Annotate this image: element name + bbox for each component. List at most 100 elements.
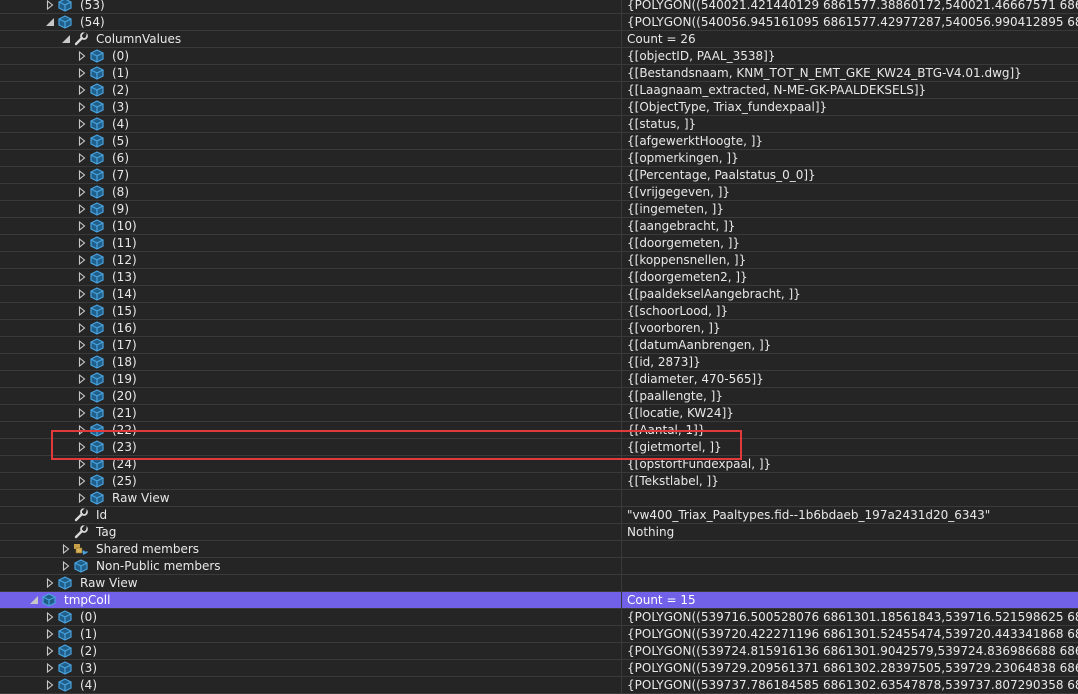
watch-row-13[interactable]: (13) {[doorgemeten2, ]}: [0, 269, 1078, 286]
watch-row-20[interactable]: (20) {[paallengte, ]}: [0, 388, 1078, 405]
watch-row-5[interactable]: (5) {[afgewerktHoogte, ]}: [0, 133, 1078, 150]
name-cell[interactable]: Shared members: [0, 541, 622, 557]
watch-row-19[interactable]: (19) {[diameter, 470-565]}: [0, 371, 1078, 388]
name-cell[interactable]: tmpColl: [0, 592, 622, 608]
watch-row-non-public-members[interactable]: Non-Public members: [0, 558, 1078, 575]
name-cell[interactable]: (15): [0, 303, 622, 319]
name-cell[interactable]: (14): [0, 286, 622, 302]
collapsed-arrow-icon[interactable]: [45, 578, 55, 588]
collapsed-arrow-icon[interactable]: [77, 204, 87, 214]
collapsed-arrow-icon[interactable]: [77, 51, 87, 61]
name-cell[interactable]: (21): [0, 405, 622, 421]
collapsed-arrow-icon[interactable]: [77, 136, 87, 146]
collapsed-arrow-icon[interactable]: [45, 629, 55, 639]
name-cell[interactable]: (7): [0, 167, 622, 183]
name-cell[interactable]: Raw View: [0, 490, 622, 506]
watch-row-22[interactable]: (22) {[Aantal, 1]}: [0, 422, 1078, 439]
watch-row-2[interactable]: (2) {[Laagnaam_extracted, N-ME-GK-PAALDEK…: [0, 82, 1078, 99]
collapsed-arrow-icon[interactable]: [77, 493, 87, 503]
name-cell[interactable]: (10): [0, 218, 622, 234]
name-cell[interactable]: (3): [0, 99, 622, 115]
watch-row-53[interactable]: (53) {POLYGON((540021.421440129 6861577.3…: [0, 0, 1078, 14]
watch-row-9[interactable]: (9) {[ingemeten, ]}: [0, 201, 1078, 218]
collapsed-arrow-icon[interactable]: [77, 119, 87, 129]
collapsed-arrow-icon[interactable]: [45, 680, 55, 690]
name-cell[interactable]: (20): [0, 388, 622, 404]
name-cell[interactable]: ColumnValues: [0, 31, 622, 47]
name-cell[interactable]: (16): [0, 320, 622, 336]
watch-row-23[interactable]: (23) {[gietmortel, ]}: [0, 439, 1078, 456]
watch-row-12[interactable]: (12) {[koppensnellen, ]}: [0, 252, 1078, 269]
watch-row-tag[interactable]: Tag Nothing: [0, 524, 1078, 541]
watch-row-raw-view[interactable]: Raw View: [0, 490, 1078, 507]
name-cell[interactable]: (2): [0, 643, 622, 659]
collapsed-arrow-icon[interactable]: [77, 102, 87, 112]
name-cell[interactable]: (0): [0, 48, 622, 64]
watch-row-tmpcoll[interactable]: tmpColl Count = 15: [0, 592, 1078, 609]
watch-row-0[interactable]: (0) {POLYGON((539716.500528076 6861301.18…: [0, 609, 1078, 626]
watch-row-4[interactable]: (4) {[status, ]}: [0, 116, 1078, 133]
collapsed-arrow-icon[interactable]: [45, 646, 55, 656]
name-cell[interactable]: Id: [0, 507, 622, 523]
watch-row-21[interactable]: (21) {[locatie, KW24]}: [0, 405, 1078, 422]
name-cell[interactable]: (12): [0, 252, 622, 268]
watch-row-17[interactable]: (17) {[datumAanbrengen, ]}: [0, 337, 1078, 354]
collapsed-arrow-icon[interactable]: [77, 391, 87, 401]
name-cell[interactable]: (24): [0, 456, 622, 472]
watch-row-7[interactable]: (7) {[Percentage, Paalstatus_0_0]}: [0, 167, 1078, 184]
collapsed-arrow-icon[interactable]: [61, 544, 71, 554]
watch-row-shared-members[interactable]: Shared members: [0, 541, 1078, 558]
collapsed-arrow-icon[interactable]: [77, 442, 87, 452]
watch-row-18[interactable]: (18) {[id, 2873]}: [0, 354, 1078, 371]
name-cell[interactable]: (4): [0, 677, 622, 693]
collapsed-arrow-icon[interactable]: [77, 340, 87, 350]
watch-row-columnvalues[interactable]: ColumnValues Count = 26: [0, 31, 1078, 48]
collapsed-arrow-icon[interactable]: [45, 663, 55, 673]
name-cell[interactable]: (11): [0, 235, 622, 251]
name-cell[interactable]: (53): [0, 0, 622, 13]
collapsed-arrow-icon[interactable]: [45, 0, 55, 10]
watch-row-11[interactable]: (11) {[doorgemeten, ]}: [0, 235, 1078, 252]
watch-row-raw-view[interactable]: Raw View: [0, 575, 1078, 592]
expanded-arrow-icon[interactable]: [61, 34, 71, 44]
watch-row-0[interactable]: (0) {[objectID, PAAL_3538]}: [0, 48, 1078, 65]
watch-row-54[interactable]: (54) {POLYGON((540056.945161095 6861577.4…: [0, 14, 1078, 31]
name-cell[interactable]: (25): [0, 473, 622, 489]
name-cell[interactable]: (9): [0, 201, 622, 217]
watch-row-3[interactable]: (3) {[ObjectType, Triax_fundexpaal]}: [0, 99, 1078, 116]
collapsed-arrow-icon[interactable]: [77, 425, 87, 435]
name-cell[interactable]: (13): [0, 269, 622, 285]
name-cell[interactable]: (4): [0, 116, 622, 132]
collapsed-arrow-icon[interactable]: [77, 459, 87, 469]
collapsed-arrow-icon[interactable]: [77, 187, 87, 197]
name-cell[interactable]: Raw View: [0, 575, 622, 591]
name-cell[interactable]: (1): [0, 65, 622, 81]
name-cell[interactable]: (8): [0, 184, 622, 200]
watch-row-1[interactable]: (1) {[Bestandsnaam, KNM_TOT_N_EMT_GKE_KW2…: [0, 65, 1078, 82]
collapsed-arrow-icon[interactable]: [77, 476, 87, 486]
collapsed-arrow-icon[interactable]: [77, 289, 87, 299]
name-cell[interactable]: (1): [0, 626, 622, 642]
collapsed-arrow-icon[interactable]: [45, 612, 55, 622]
name-cell[interactable]: (23): [0, 439, 622, 455]
collapsed-arrow-icon[interactable]: [77, 85, 87, 95]
watch-row-25[interactable]: (25) {[Tekstlabel, ]}: [0, 473, 1078, 490]
collapsed-arrow-icon[interactable]: [77, 153, 87, 163]
watch-row-16[interactable]: (16) {[voorboren, ]}: [0, 320, 1078, 337]
name-cell[interactable]: (2): [0, 82, 622, 98]
collapsed-arrow-icon[interactable]: [77, 221, 87, 231]
name-cell[interactable]: (18): [0, 354, 622, 370]
watch-row-10[interactable]: (10) {[aangebracht, ]}: [0, 218, 1078, 235]
watch-row-8[interactable]: (8) {[vrijgegeven, ]}: [0, 184, 1078, 201]
name-cell[interactable]: Non-Public members: [0, 558, 622, 574]
collapsed-arrow-icon[interactable]: [77, 170, 87, 180]
watch-row-6[interactable]: (6) {[opmerkingen, ]}: [0, 150, 1078, 167]
watch-row-2[interactable]: (2) {POLYGON((539724.815916136 6861301.90…: [0, 643, 1078, 660]
collapsed-arrow-icon[interactable]: [77, 306, 87, 316]
collapsed-arrow-icon[interactable]: [61, 561, 71, 571]
collapsed-arrow-icon[interactable]: [77, 255, 87, 265]
name-cell[interactable]: (6): [0, 150, 622, 166]
watch-row-14[interactable]: (14) {[paaldekselAangebracht, ]}: [0, 286, 1078, 303]
name-cell[interactable]: Tag: [0, 524, 622, 540]
name-cell[interactable]: (5): [0, 133, 622, 149]
